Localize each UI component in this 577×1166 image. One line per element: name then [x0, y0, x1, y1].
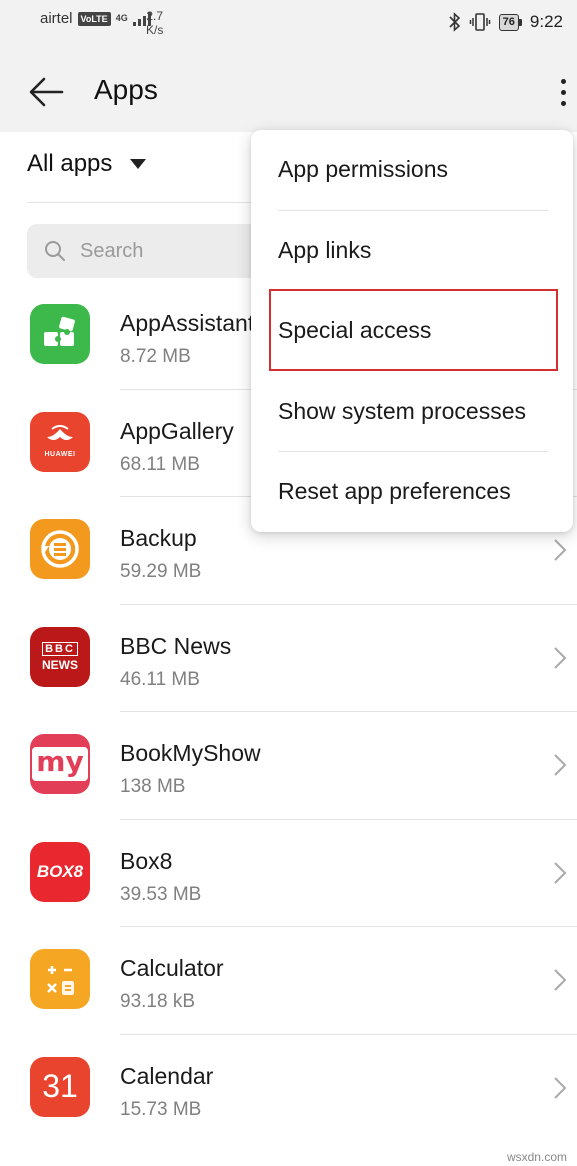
- menu-item-app-links[interactable]: App links: [251, 211, 573, 291]
- status-bar: airtel VoLTE 4G 2.7 K/s 76 9:22: [0, 0, 577, 52]
- news-text: NEWS: [42, 657, 78, 672]
- menu-item-label: App links: [278, 237, 372, 263]
- volte-badge: VoLTE: [77, 11, 111, 26]
- bluetooth-icon: [449, 12, 460, 32]
- back-arrow-icon: [29, 77, 64, 107]
- my-text: my: [32, 747, 88, 781]
- app-name: Box8: [120, 847, 173, 874]
- status-right: 76 9:22: [449, 12, 563, 32]
- clock: 9:22: [529, 12, 563, 31]
- app-name: AppGallery: [120, 417, 234, 444]
- calendar-day: 31: [42, 1068, 78, 1104]
- bbc-text: BBC: [42, 641, 78, 656]
- box8-text: BOX8: [36, 861, 84, 881]
- network-type: 4G: [115, 13, 128, 23]
- huawei-text: HUAWEI: [44, 451, 76, 458]
- app-row-calendar[interactable]: 31 Calendar 15.73 MB: [0, 1035, 577, 1143]
- search-icon: [45, 241, 65, 261]
- app-name: BookMyShow: [120, 740, 261, 766]
- battery-icon: 76: [498, 13, 522, 31]
- app-size: 68.11 MB: [120, 453, 200, 475]
- app-row-bbc-news[interactable]: BBC NEWS BBC News 46.11 MB: [0, 605, 577, 712]
- status-left: airtel VoLTE 4G: [40, 10, 151, 27]
- bbc-news-icon: BBC NEWS: [30, 626, 90, 687]
- chevron-right-icon: [554, 646, 567, 669]
- app-filter-dropdown[interactable]: All apps: [27, 150, 147, 178]
- app-size: 15.73 MB: [120, 1098, 202, 1120]
- menu-item-app-permissions[interactable]: App permissions: [251, 130, 573, 210]
- chevron-right-icon: [554, 1076, 567, 1099]
- chevron-right-icon: [554, 539, 567, 561]
- vibrate-icon: [469, 13, 490, 31]
- app-size: 93.18 kB: [120, 991, 195, 1012]
- app-size: 8.72 MB: [120, 346, 191, 367]
- chevron-right-icon: [554, 969, 567, 991]
- backup-icon: [30, 519, 90, 579]
- filter-label: All apps: [27, 150, 113, 177]
- app-size: 59.29 MB: [120, 561, 202, 582]
- app-row-calculator[interactable]: Calculator 93.18 kB: [0, 927, 577, 1035]
- speed-value: 2.7: [146, 9, 164, 23]
- menu-item-label: App permissions: [278, 156, 449, 182]
- page-title: Apps: [94, 74, 158, 105]
- dropdown-arrow-icon: [130, 159, 147, 169]
- app-row-bookmyshow[interactable]: my BookMyShow 138 MB: [0, 712, 577, 820]
- menu-item-label: Show system processes: [278, 398, 526, 424]
- calendar-icon: 31: [30, 1056, 90, 1117]
- app-name: Calculator: [120, 955, 224, 981]
- more-options-button[interactable]: [548, 70, 577, 114]
- my-icon: my: [30, 734, 90, 794]
- app-name: BBC News: [120, 632, 232, 659]
- calculator-icon: [30, 949, 90, 1009]
- app-bar: Apps: [0, 52, 577, 132]
- puzzle-icon: [30, 304, 90, 364]
- app-name: Calendar: [120, 1062, 214, 1089]
- chevron-right-icon: [554, 754, 567, 776]
- app-name: Backup: [120, 525, 197, 551]
- menu-item-reset-app-preferences[interactable]: Reset app preferences: [251, 452, 573, 532]
- app-size: 46.11 MB: [120, 668, 200, 690]
- box8-icon: BOX8: [30, 841, 90, 902]
- watermark: wsxdn.com: [506, 1150, 567, 1164]
- speed-unit: K/s: [146, 23, 164, 37]
- app-row-box8[interactable]: BOX8 Box8 39.53 MB: [0, 820, 577, 927]
- menu-item-label: Reset app preferences: [278, 478, 511, 504]
- battery-level: 76: [498, 13, 519, 31]
- back-button[interactable]: [24, 70, 68, 114]
- app-size: 39.53 MB: [120, 883, 202, 905]
- chevron-right-icon: [554, 861, 567, 884]
- more-vert-icon: [560, 78, 566, 84]
- menu-item-show-system-processes[interactable]: Show system processes: [251, 372, 573, 452]
- huawei-bag-icon: HUAWEI: [30, 411, 90, 472]
- highlight-annotation: [269, 289, 558, 371]
- app-size: 138 MB: [120, 776, 186, 797]
- app-name: AppAssistant: [120, 310, 255, 336]
- carrier-name: airtel: [40, 10, 73, 27]
- network-speed: 2.7 K/s: [146, 9, 163, 37]
